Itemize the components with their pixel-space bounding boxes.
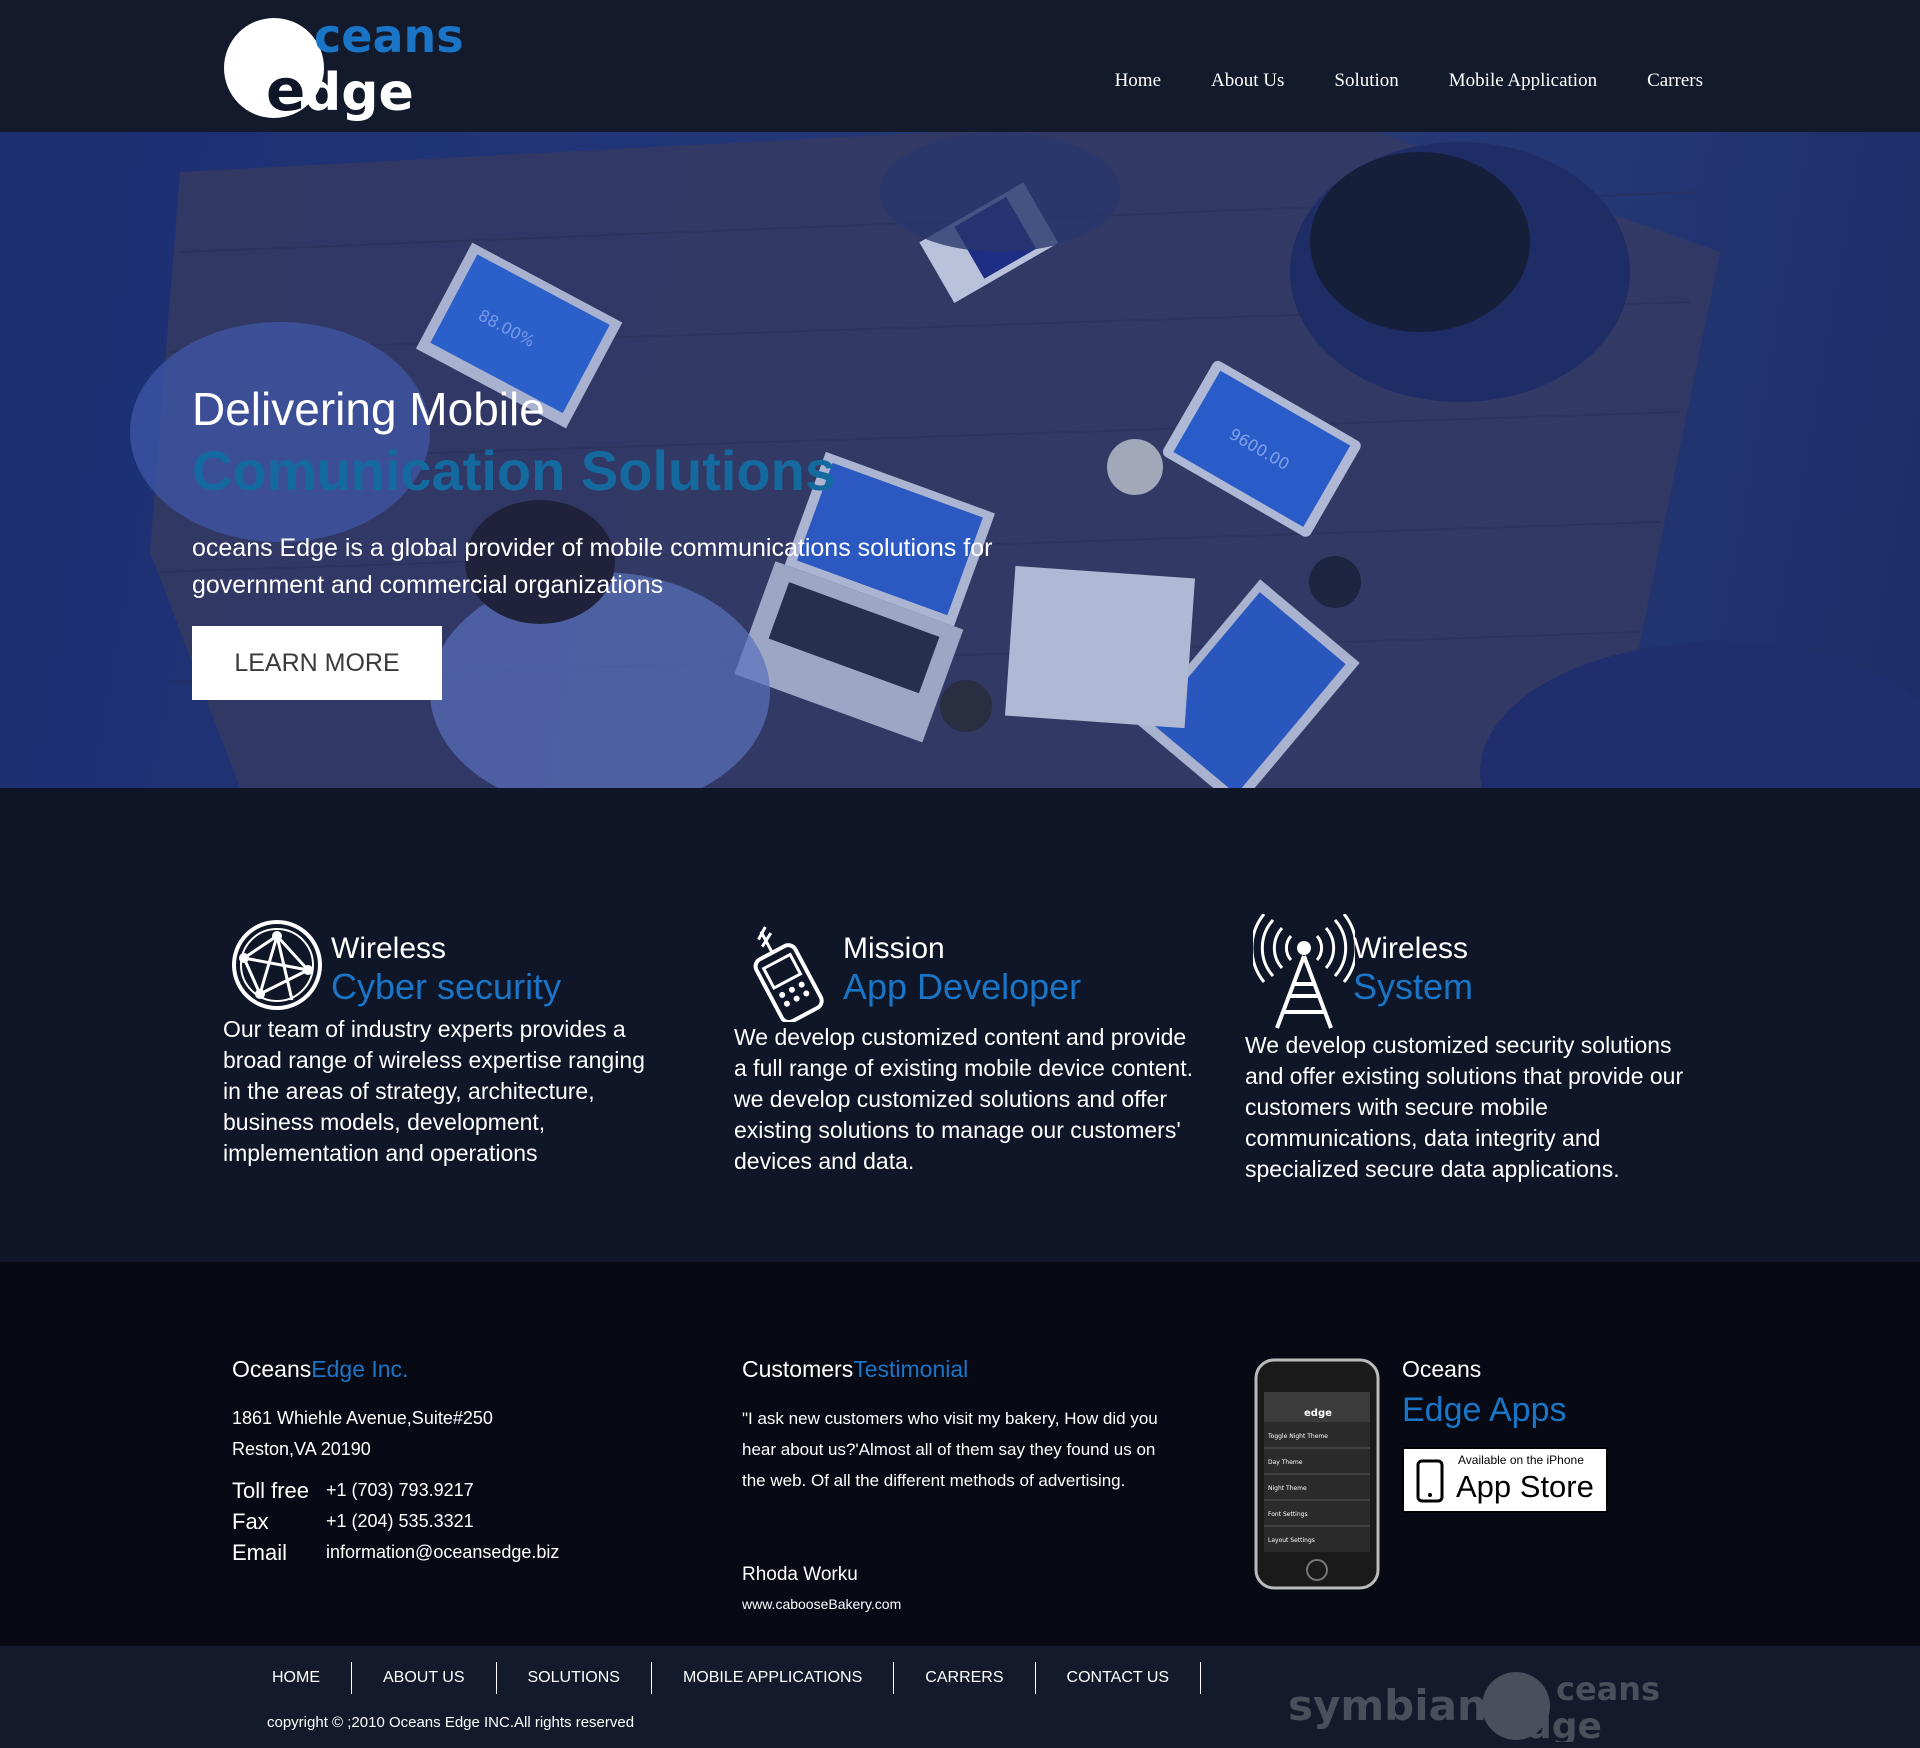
testimonial-quote: "I ask new customers who visit my bakery… (742, 1409, 1158, 1490)
toll-free-number[interactable]: +1 (703) 793.9217 (326, 1480, 474, 1501)
hero-title: Delivering Mobile (192, 383, 545, 435)
symbian-logo: symbian (1288, 1681, 1487, 1730)
svg-text:edge: edge (1304, 1408, 1332, 1419)
learn-more-button[interactable]: LEARN MORE (192, 626, 442, 700)
svg-text:e: e (266, 56, 305, 122)
hero-subtitle: Comunication Solutions (192, 439, 836, 502)
footer-nav-solutions[interactable]: SOLUTIONS (497, 1662, 652, 1694)
svg-text:Font Settings: Font Settings (1268, 1511, 1308, 1518)
feature-title: Wireless (331, 932, 447, 965)
fax-number: +1 (204) 535.3321 (326, 1511, 474, 1531)
feature-subtitle: App Developer (843, 966, 1082, 1007)
apps-section: Oceans Edge Apps (1402, 1356, 1566, 1430)
bottom-bar: HOME ABOUT US SOLUTIONS MOBILE APPLICATI… (0, 1646, 1920, 1748)
feature-title: Wireless (1353, 932, 1469, 965)
feature-subtitle: Cyber security (331, 966, 562, 1007)
oceans-edge-logo[interactable]: ceans e dge (218, 10, 480, 122)
footer-nav-mobile-applications[interactable]: MOBILE APPLICATIONS (652, 1662, 895, 1694)
email-row: Email information@oceansedge.biz (232, 1539, 560, 1565)
globe-network-icon (232, 920, 322, 1010)
antenna-tower-icon (1253, 914, 1355, 1029)
site-header: ceans e dge Home About Us Solution Mobil… (0, 0, 1920, 132)
copyright: copyright © ;2010 Oceans Edge INC.All ri… (267, 1714, 635, 1731)
footer-nav: HOME ABOUT US SOLUTIONS MOBILE APPLICATI… (241, 1662, 1202, 1694)
feature-subtitle: System (1353, 966, 1474, 1007)
svg-text:dge: dge (304, 63, 414, 122)
company-info: OceansEdge Inc. 1861 Whiehle Avenue,Suit… (232, 1356, 559, 1568)
iphone-app-screenshot: edge Toggle Night Theme Day Theme Night … (1254, 1358, 1380, 1590)
email-link[interactable]: information@oceansedge.biz (326, 1542, 559, 1563)
hero-banner: 88.00% 9600.00 Delivering Mobile Comunic… (0, 132, 1920, 788)
company-heading: OceansEdge Inc. (232, 1356, 409, 1382)
mobile-phone-icon (753, 926, 824, 1022)
svg-text:Toggle Night Theme: Toggle Night Theme (1267, 1433, 1328, 1440)
toll-free-row: Toll free +1 (703) 793.9217 (232, 1477, 474, 1503)
nav-solution[interactable]: Solution (1334, 70, 1398, 92)
nav-about-us[interactable]: About Us (1211, 70, 1284, 92)
footer-nav-contact-us[interactable]: CONTACT US (1036, 1662, 1202, 1694)
hero-description: oceans Edge is a global provider of mobi… (192, 534, 993, 599)
main-nav: Home About Us Solution Mobile Applicatio… (1115, 70, 1703, 92)
apps-subtitle: Edge Apps (1402, 1391, 1567, 1429)
features-section: Wireless Cyber security Our team of indu… (0, 788, 1920, 1262)
footer-nav-home[interactable]: HOME (241, 1662, 352, 1694)
apps-title: Oceans (1402, 1356, 1482, 1382)
testimonial-heading: CustomersTestimonial (742, 1356, 969, 1382)
feature-description: We develop customized security solutions… (1245, 1032, 1684, 1182)
svg-text:Layout Settings: Layout Settings (1268, 1537, 1315, 1544)
svg-text:ceans: ceans (314, 10, 464, 63)
svg-text:Day Theme: Day Theme (1268, 1459, 1303, 1466)
svg-text:Night Theme: Night Theme (1268, 1485, 1307, 1492)
company-address: 1861 Whiehle Avenue,Suite#250 Reston,VA … (232, 1408, 493, 1459)
footer-nav-about-us[interactable]: ABOUT US (352, 1662, 497, 1694)
app-store-badge[interactable]: Available on the iPhone App Store (1402, 1447, 1608, 1513)
partner-logos: symbian ceans dge (1288, 1670, 1660, 1742)
testimonial-url[interactable]: www.cabooseBakery.com (742, 1596, 1182, 1612)
feature-description: Our team of industry experts provides a … (223, 1016, 645, 1166)
oceans-edge-footer-logo: ceans dge (1482, 1670, 1660, 1742)
nav-home[interactable]: Home (1115, 70, 1161, 92)
svg-text:ceans: ceans (1556, 1670, 1660, 1708)
feature-description: We develop customized content and provid… (734, 1024, 1193, 1174)
feature-title: Mission (843, 932, 945, 965)
footer-nav-carrers[interactable]: CARRERS (894, 1662, 1036, 1694)
nav-mobile-application[interactable]: Mobile Application (1449, 70, 1597, 92)
fax-row: Fax +1 (204) 535.3321 (232, 1508, 474, 1534)
testimonial-author: Rhoda Worku (742, 1564, 858, 1585)
svg-text:dge: dge (1526, 1706, 1602, 1742)
testimonial: CustomersTestimonial "I ask new customer… (742, 1356, 1182, 1612)
nav-carrers[interactable]: Carrers (1647, 70, 1703, 92)
iphone-icon (1416, 1459, 1444, 1503)
site-footer: OceansEdge Inc. 1861 Whiehle Avenue,Suit… (0, 1262, 1920, 1646)
